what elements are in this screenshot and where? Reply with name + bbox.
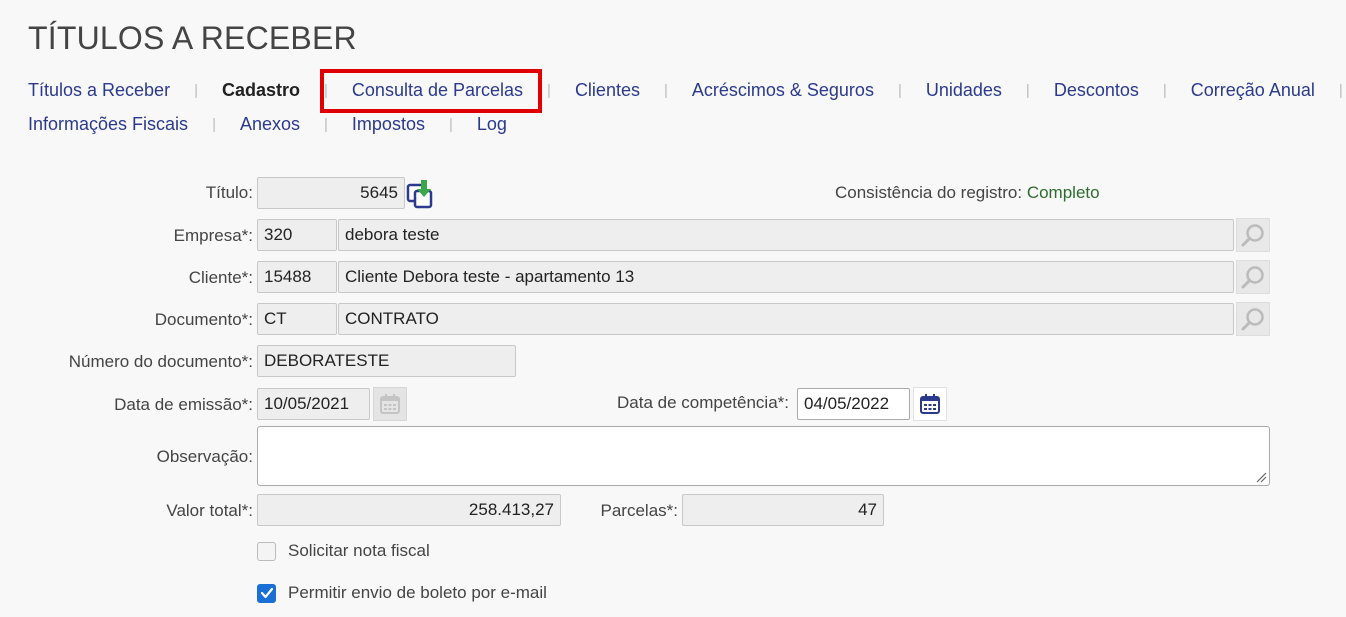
tab-separator: |: [663, 82, 668, 99]
empresa-lookup-button[interactable]: [1236, 218, 1270, 252]
permitir-boleto-checkbox[interactable]: [257, 583, 276, 603]
tab-anexos[interactable]: Anexos: [240, 114, 300, 135]
solicitar-nota-checkbox[interactable]: [257, 541, 276, 561]
data-competencia-label: Data de competência*:: [617, 393, 789, 412]
valor-total-field[interactable]: 258.413,27: [257, 494, 561, 526]
data-competencia-field[interactable]: 04/05/2022: [797, 388, 910, 420]
data-emissao-label: Data de emissão*:: [114, 395, 253, 414]
cliente-lookup-button[interactable]: [1236, 260, 1270, 294]
permitir-boleto-row[interactable]: Permitir envio de boleto por e-mail: [257, 583, 547, 603]
empresa-name-field[interactable]: debora teste: [338, 219, 1234, 251]
documento-code-field[interactable]: CT: [257, 303, 337, 335]
highlight-box: [320, 69, 542, 113]
magnifier-icon: [1241, 266, 1264, 289]
documento-lookup-button[interactable]: [1236, 302, 1270, 336]
data-emissao-calendar-button[interactable]: [373, 387, 407, 421]
tabs-row-2: Informações Fiscais | Anexos | Impostos | Log: [28, 114, 507, 135]
numero-documento-label: Número do documento*:: [68, 352, 253, 371]
valor-total-label: Valor total*:: [166, 501, 253, 520]
resize-handle-icon[interactable]: [1255, 471, 1267, 483]
parcelas-label: Parcelas*:: [600, 501, 678, 520]
calendar-icon: [920, 394, 940, 414]
documento-label: Documento*:: [154, 310, 253, 329]
titulo-field[interactable]: 5645: [257, 177, 405, 209]
copy-button[interactable]: [405, 178, 437, 210]
tab-separator: |: [1162, 82, 1167, 99]
tab-separator: |: [1338, 82, 1343, 99]
cliente-name-field[interactable]: Cliente Debora teste - apartamento 13: [338, 261, 1234, 293]
page-title: TÍTULOS A RECEBER: [28, 20, 357, 56]
documento-name-field[interactable]: CONTRATO: [338, 303, 1234, 335]
empresa-label: Empresa*:: [173, 226, 253, 245]
consistency-status: Consistência do registro: Completo: [835, 183, 1100, 202]
tab-correcao-anual[interactable]: Correção Anual: [1191, 80, 1315, 101]
titulo-label: Título:: [205, 183, 253, 202]
copy-download-icon: [406, 180, 433, 209]
observacao-textarea[interactable]: [257, 426, 1270, 486]
tab-informacoes-fiscais[interactable]: Informações Fiscais: [28, 114, 188, 135]
magnifier-icon: [1241, 308, 1264, 331]
checkmark-icon: [260, 587, 273, 599]
tab-unidades[interactable]: Unidades: [926, 80, 1002, 101]
tab-clientes[interactable]: Clientes: [575, 80, 640, 101]
tab-descontos[interactable]: Descontos: [1054, 80, 1139, 101]
cliente-code-field[interactable]: 15488: [257, 261, 337, 293]
cliente-label: Cliente*:: [188, 268, 253, 287]
permitir-boleto-label: Permitir envio de boleto por e-mail: [288, 583, 547, 602]
empresa-code-field[interactable]: 320: [257, 219, 337, 251]
observacao-label: Observação:: [156, 447, 253, 466]
consistency-value: Completo: [1026, 183, 1100, 202]
tab-separator: |: [324, 116, 328, 133]
numero-documento-field[interactable]: DEBORATESTE: [257, 345, 516, 377]
tab-separator: |: [547, 82, 551, 99]
solicitar-nota-row[interactable]: Solicitar nota fiscal: [257, 541, 430, 561]
parcelas-field[interactable]: 47: [682, 494, 884, 526]
calendar-icon: [380, 394, 400, 414]
tab-separator: |: [1025, 82, 1030, 99]
solicitar-nota-label: Solicitar nota fiscal: [288, 541, 430, 560]
tab-separator: |: [897, 82, 902, 99]
data-competencia-calendar-button[interactable]: [913, 387, 947, 421]
tab-log[interactable]: Log: [477, 114, 507, 135]
tabs-row-1: Títulos a Receber | Cadastro | Consulta de P…: [28, 80, 1346, 101]
tab-separator: |: [448, 116, 453, 133]
tab-impostos[interactable]: Impostos: [352, 114, 425, 135]
tab-separator: |: [194, 82, 198, 99]
magnifier-icon: [1241, 224, 1264, 247]
tab-cadastro[interactable]: Cadastro: [222, 80, 300, 101]
tab-titulos-a-receber[interactable]: Títulos a Receber: [28, 80, 170, 101]
tab-separator: |: [212, 116, 216, 133]
data-emissao-field[interactable]: 10/05/2021: [257, 388, 370, 420]
tab-acrescimos-seguros[interactable]: Acréscimos & Seguros: [692, 80, 874, 101]
